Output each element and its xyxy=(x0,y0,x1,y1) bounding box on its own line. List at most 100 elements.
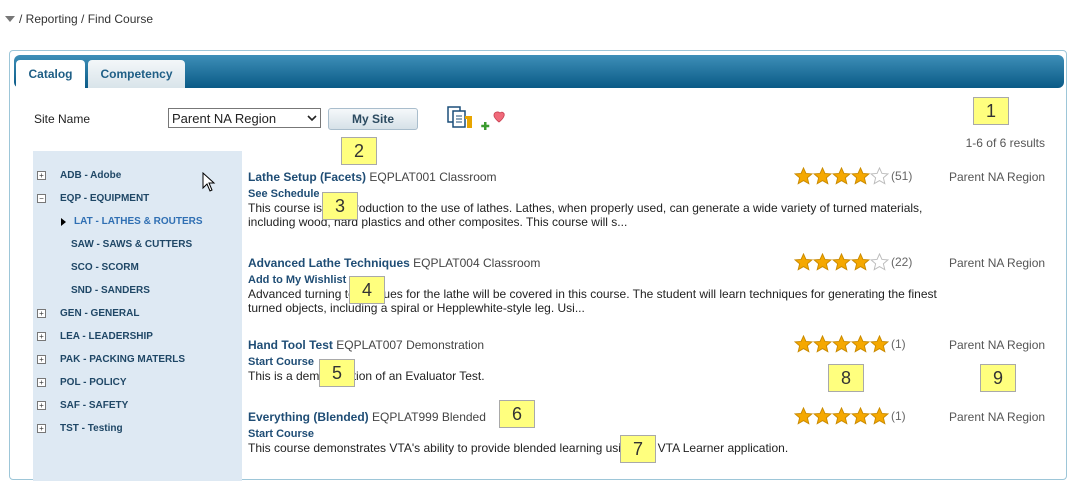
course-item: Hand Tool Test EQPLAT007 Demonstration S… xyxy=(248,335,1068,383)
star-filled-icon[interactable] xyxy=(851,407,870,425)
sidebar-subcategory-lat[interactable]: LAT - LATHES & ROUTERS xyxy=(61,216,203,227)
callout-marker: 7 xyxy=(620,435,656,463)
sidebar-category-saf[interactable]: + SAF - SAFETY xyxy=(37,400,128,411)
start-course-link[interactable]: Start Course xyxy=(248,356,1068,368)
callout-marker: 1 xyxy=(973,97,1009,125)
star-filled-icon[interactable] xyxy=(794,407,813,425)
course-title-link[interactable]: Advanced Lathe Techniques xyxy=(248,256,410,270)
star-filled-icon[interactable] xyxy=(851,167,870,185)
course-rating[interactable]: (51) xyxy=(794,167,912,185)
star-filled-icon[interactable] xyxy=(813,167,832,185)
course-rating[interactable]: (22) xyxy=(794,253,912,271)
results-count: 1-6 of 6 results xyxy=(965,136,1045,150)
star-filled-icon[interactable] xyxy=(813,335,832,353)
sidebar-category-label: POL - POLICY xyxy=(60,377,127,388)
star-filled-icon[interactable] xyxy=(813,253,832,271)
course-title-line: Lathe Setup (Facets) EQPLAT001 Classroom xyxy=(248,170,1068,184)
rating-count: (51) xyxy=(891,169,913,183)
sidebar-subcategory-saw[interactable]: SAW - SAWS & CUTTERS xyxy=(71,239,192,250)
breadcrumb-text: / Reporting / Find Course xyxy=(19,12,154,26)
course-region: Parent NA Region xyxy=(949,338,1046,352)
expand-plus-icon[interactable]: + xyxy=(37,309,46,318)
sidebar-subcategory-sco[interactable]: SCO - SCORM xyxy=(71,262,139,273)
course-item: Everything (Blended) EQPLAT999 Blended S… xyxy=(248,407,1068,455)
star-filled-icon[interactable] xyxy=(813,407,832,425)
collapse-minus-icon[interactable]: − xyxy=(37,194,46,203)
sidebar-category-eqp[interactable]: − EQP - EQUIPMENT xyxy=(37,193,149,204)
course-type: Blended xyxy=(441,410,486,424)
sidebar-category-label: EQP - EQUIPMENT xyxy=(60,193,150,204)
star-filled-icon[interactable] xyxy=(794,167,813,185)
start-course-link[interactable]: Start Course xyxy=(248,428,1068,440)
star-filled-icon[interactable] xyxy=(832,167,851,185)
course-description: This course demonstrates VTA's ability t… xyxy=(248,441,789,455)
my-site-button[interactable]: My Site xyxy=(328,108,418,130)
callout-marker: 4 xyxy=(349,276,385,304)
tab-competency[interactable]: Competency xyxy=(88,60,185,88)
course-title-link[interactable]: Everything (Blended) xyxy=(248,410,369,424)
sidebar-category-pol[interactable]: + POL - POLICY xyxy=(37,377,127,388)
sidebar-category-adb[interactable]: + ADB - Adobe xyxy=(37,170,121,181)
star-filled-icon[interactable] xyxy=(851,335,870,353)
course-title-line: Hand Tool Test EQPLAT007 Demonstration xyxy=(248,338,1068,352)
star-filled-icon[interactable] xyxy=(851,253,870,271)
tab-catalog[interactable]: Catalog xyxy=(16,60,85,88)
see-schedule-link[interactable]: See Schedule xyxy=(248,188,1068,200)
sidebar-category-label: ADB - Adobe xyxy=(60,170,122,181)
site-select[interactable]: Parent NA Region xyxy=(168,108,321,128)
collapse-triangle-icon[interactable] xyxy=(5,16,15,22)
callout-marker: 8 xyxy=(828,364,864,392)
expand-plus-icon[interactable]: + xyxy=(37,424,46,433)
course-code: EQPLAT004 xyxy=(413,256,480,270)
course-title-line: Advanced Lathe Techniques EQPLAT004 Clas… xyxy=(248,256,1068,270)
tab-bar: Catalog Competency xyxy=(14,55,1064,88)
course-region: Parent NA Region xyxy=(949,410,1046,424)
course-rating[interactable]: (1) xyxy=(794,335,906,353)
category-sidebar: + ADB - Adobe − EQP - EQUIPMENT LAT - LA… xyxy=(33,151,242,481)
sidebar-category-label: PAK - PACKING MATERLS xyxy=(60,354,185,365)
copy-documents-icon[interactable] xyxy=(447,106,477,130)
star-filled-icon[interactable] xyxy=(832,253,851,271)
course-code: EQPLAT001 xyxy=(369,170,436,184)
course-title-link[interactable]: Lathe Setup (Facets) xyxy=(248,170,366,184)
sidebar-subcategory-snd[interactable]: SND - SANDERS xyxy=(71,285,150,296)
site-select-value: Parent NA Region xyxy=(172,110,277,126)
star-filled-icon[interactable] xyxy=(832,407,851,425)
star-filled-icon[interactable] xyxy=(832,335,851,353)
course-type: Demonstration xyxy=(406,338,485,352)
rating-stars xyxy=(794,253,889,271)
add-to-wishlist-icon[interactable] xyxy=(481,111,505,131)
course-title-line: Everything (Blended) EQPLAT999 Blended xyxy=(248,410,1068,424)
star-empty-icon[interactable] xyxy=(870,253,889,271)
expand-plus-icon[interactable]: + xyxy=(37,401,46,410)
callout-marker: 5 xyxy=(319,359,355,387)
expand-plus-icon[interactable]: + xyxy=(37,171,46,180)
main-panel: Catalog Competency Site Name Parent NA R… xyxy=(9,50,1068,481)
star-filled-icon[interactable] xyxy=(870,407,889,425)
course-code: EQPLAT007 xyxy=(336,338,403,352)
callout-marker: 2 xyxy=(341,137,377,165)
course-rating[interactable]: (1) xyxy=(794,407,906,425)
expand-plus-icon[interactable]: + xyxy=(37,355,46,364)
chevron-down-icon xyxy=(307,115,317,122)
star-filled-icon[interactable] xyxy=(870,335,889,353)
callout-marker: 3 xyxy=(322,192,358,220)
callout-marker: 6 xyxy=(499,400,535,428)
selected-arrow-icon xyxy=(61,217,66,226)
course-region: Parent NA Region xyxy=(949,256,1046,270)
course-code: EQPLAT999 xyxy=(372,410,439,424)
star-filled-icon[interactable] xyxy=(794,253,813,271)
rating-count: (22) xyxy=(891,255,913,269)
expand-plus-icon[interactable]: + xyxy=(37,332,46,341)
star-filled-icon[interactable] xyxy=(794,335,813,353)
expand-plus-icon[interactable]: + xyxy=(37,378,46,387)
sidebar-category-gen[interactable]: + GEN - GENERAL xyxy=(37,308,139,319)
star-empty-icon[interactable] xyxy=(870,167,889,185)
sidebar-category-tst[interactable]: + TST - Testing xyxy=(37,423,123,434)
callout-marker: 9 xyxy=(980,364,1016,392)
sidebar-category-lea[interactable]: + LEA - LEADERSHIP xyxy=(37,331,153,342)
sidebar-category-pak[interactable]: + PAK - PACKING MATERLS xyxy=(37,354,185,365)
rating-count: (1) xyxy=(891,337,906,351)
course-type: Classroom xyxy=(482,256,541,270)
course-title-link[interactable]: Hand Tool Test xyxy=(248,338,333,352)
